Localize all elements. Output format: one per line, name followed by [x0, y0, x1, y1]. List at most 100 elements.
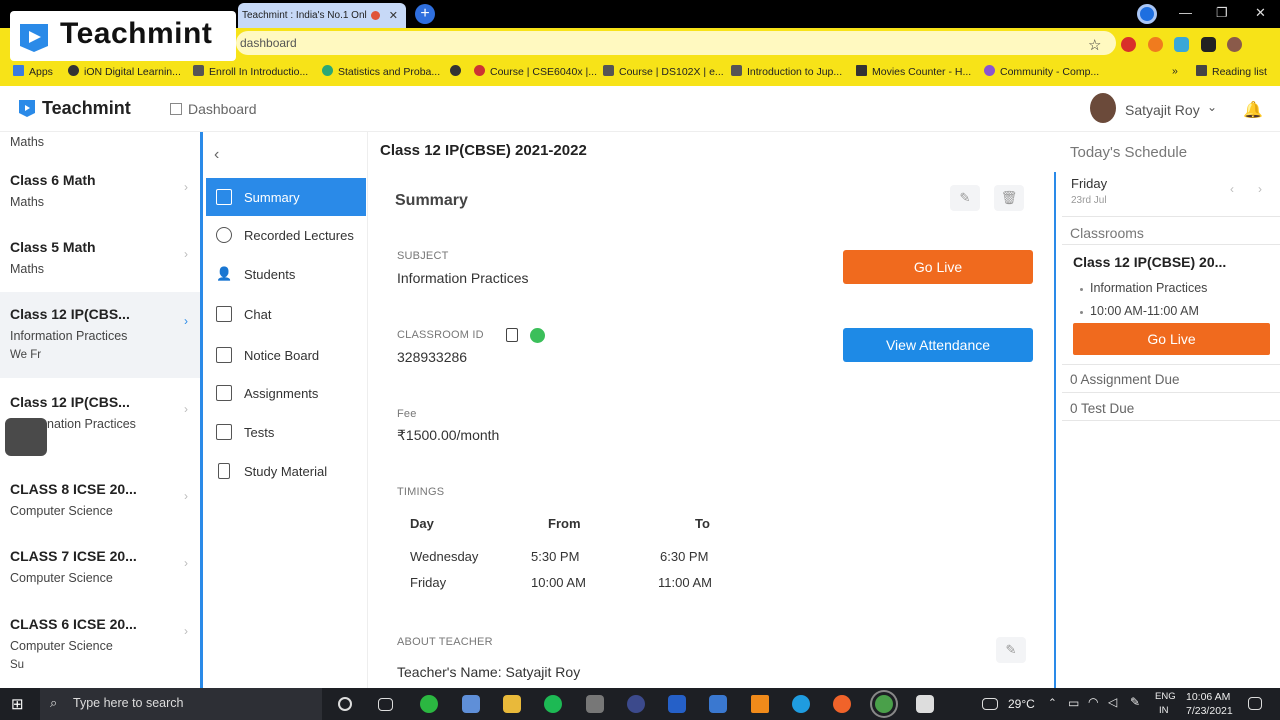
test-due[interactable]: 0 Test Due — [1070, 401, 1134, 416]
subject-label: SUBJECT — [397, 250, 449, 262]
classroom-item[interactable]: CLASS 6 ICSE 20... Computer Science Su › — [0, 616, 200, 671]
edit-teacher-icon[interactable]: ✎ — [996, 637, 1026, 663]
nav-tests[interactable]: Tests — [206, 413, 366, 451]
copy-icon[interactable] — [506, 328, 518, 342]
firefox-icon[interactable] — [833, 695, 851, 713]
puzzle-icon[interactable] — [1201, 37, 1216, 52]
vlc-icon[interactable] — [751, 695, 769, 713]
spotify-icon[interactable] — [544, 695, 562, 713]
app-icon[interactable] — [916, 695, 934, 713]
logo-text: Teachmint — [60, 17, 213, 50]
bookmark-apps[interactable]: Apps — [13, 65, 53, 78]
file-explorer-icon[interactable] — [503, 695, 521, 713]
classroom-item[interactable]: Maths — [0, 128, 200, 149]
chevron-up-icon[interactable]: ⌃ — [1048, 697, 1057, 709]
bookmark-icon — [856, 65, 867, 76]
bookmark-item[interactable] — [450, 65, 466, 78]
browser-tab[interactable]: Teachmint : India's No.1 Onl ✕ — [238, 3, 406, 28]
calculator-icon[interactable] — [709, 695, 727, 713]
classroom-item[interactable]: Class 6 Math Maths › — [0, 172, 200, 209]
classroom-item[interactable]: CLASS 8 ICSE 20... Computer Science › — [0, 481, 200, 518]
input-region[interactable]: IN — [1159, 705, 1169, 716]
schedule-date: 23rd Jul — [1071, 195, 1107, 206]
whatsapp-icon[interactable] — [420, 695, 438, 713]
prev-day-icon[interactable]: ‹ — [1230, 182, 1234, 196]
user-name[interactable]: Satyajit Roy — [1125, 102, 1200, 118]
classroom-item[interactable]: CLASS 7 ICSE 20... Computer Science › — [0, 548, 200, 585]
bullet — [1080, 288, 1083, 291]
schedule-class-title[interactable]: Class 12 IP(CBSE) 20... — [1073, 254, 1226, 270]
bookmark-item[interactable]: Statistics and Proba... — [322, 65, 440, 78]
nav-summary[interactable]: Summary — [206, 178, 366, 216]
nav-recorded-lectures[interactable]: Recorded Lectures — [206, 216, 366, 254]
edit-icon[interactable]: ✎ — [950, 185, 980, 211]
bookmark-item[interactable]: Community - Comp... — [984, 65, 1099, 78]
app-icon[interactable] — [668, 695, 686, 713]
extension-icon[interactable] — [1121, 37, 1136, 52]
app-icon[interactable] — [586, 695, 604, 713]
close-tab-icon[interactable]: ✕ — [389, 9, 398, 22]
app-icon[interactable] — [627, 695, 645, 713]
nav-notice-board[interactable]: Notice Board — [206, 336, 366, 374]
account-avatar[interactable] — [1227, 37, 1242, 52]
bookmark-star-icon[interactable]: ☆ — [1088, 36, 1101, 54]
dashboard-link[interactable]: Dashboard — [170, 101, 257, 117]
bookmark-item[interactable]: Introduction to Jup... — [731, 65, 842, 78]
go-live-button[interactable]: Go Live — [843, 250, 1033, 284]
volume-icon[interactable]: ◁ — [1108, 695, 1117, 709]
pen-tool-icon[interactable] — [5, 418, 47, 456]
maximize-icon[interactable]: ❐ — [1216, 5, 1228, 21]
classroom-item[interactable]: Class 5 Math Maths › — [0, 239, 200, 276]
address-input[interactable]: dashboard — [236, 31, 1116, 55]
bookmark-item[interactable]: Course | CSE6040x |... — [474, 65, 597, 78]
view-attendance-button[interactable]: View Attendance — [843, 328, 1033, 362]
next-day-icon[interactable]: › — [1258, 182, 1262, 196]
chrome-icon[interactable] — [875, 695, 893, 713]
close-window-icon[interactable]: ✕ — [1255, 5, 1266, 21]
app-icon[interactable] — [462, 695, 480, 713]
task-view-icon[interactable] — [378, 698, 393, 711]
schedule-go-live-button[interactable]: Go Live — [1073, 323, 1270, 355]
chat-icon — [216, 306, 232, 322]
extension-icon[interactable] — [1148, 37, 1163, 52]
classroom-item-active[interactable]: Class 12 IP(CBS... Information Practices W… — [0, 292, 200, 378]
whatsapp-icon[interactable] — [530, 328, 545, 343]
bookmark-item[interactable]: iON Digital Learnin... — [68, 65, 181, 78]
timing-to: 11:00 AM — [658, 575, 712, 590]
weather-icon[interactable] — [982, 698, 998, 710]
temperature[interactable]: 29°C — [1008, 697, 1035, 711]
nav-study-material[interactable]: Study Material — [206, 452, 366, 490]
delete-icon[interactable]: 🗑 — [994, 185, 1024, 211]
reading-list[interactable]: Reading list — [1196, 65, 1267, 78]
bookmark-item[interactable]: Course | DS102X | e... — [603, 65, 724, 78]
notifications-icon[interactable] — [1248, 697, 1262, 710]
battery-icon[interactable]: ▭ — [1068, 696, 1079, 710]
new-tab-button[interactable]: + — [415, 4, 435, 24]
nav-chat[interactable]: Chat — [206, 295, 366, 333]
chevron-down-icon[interactable]: ⌄ — [1207, 100, 1217, 114]
minimize-icon[interactable]: — — [1179, 5, 1192, 20]
input-language[interactable]: ENG — [1155, 691, 1176, 702]
timings-day-header: Day — [410, 516, 434, 531]
user-avatar[interactable] — [1090, 93, 1116, 123]
nav-students[interactable]: 👤 Students — [206, 255, 366, 293]
windows-start-icon[interactable]: ⊞ — [11, 695, 29, 713]
bookmark-item[interactable]: Movies Counter - H... — [856, 65, 971, 78]
edge-icon[interactable] — [792, 695, 810, 713]
assignment-due[interactable]: 0 Assignment Due — [1070, 372, 1180, 387]
extension-icon[interactable] — [1174, 37, 1189, 52]
clock-date[interactable]: 7/23/2021 — [1186, 705, 1233, 717]
brand[interactable]: Teachmint — [18, 98, 131, 119]
cortana-icon[interactable] — [338, 697, 352, 711]
wifi-icon[interactable]: ◠ — [1088, 695, 1098, 709]
teachmint-watermark-logo: Teachmint — [10, 11, 236, 61]
pen-icon[interactable]: ✎ — [1130, 695, 1140, 709]
bookmark-item[interactable]: Enroll In Introductio... — [193, 65, 308, 78]
more-bookmarks[interactable]: » — [1172, 65, 1178, 77]
nav-assignments[interactable]: Assignments — [206, 374, 366, 412]
profile-icon[interactable] — [1137, 4, 1157, 24]
bell-icon[interactable]: 🔔 — [1243, 100, 1263, 120]
clock-time[interactable]: 10:06 AM — [1186, 691, 1230, 703]
taskbar-search[interactable]: Type here to search — [40, 688, 322, 720]
back-arrow-icon[interactable]: ‹ — [214, 146, 219, 164]
